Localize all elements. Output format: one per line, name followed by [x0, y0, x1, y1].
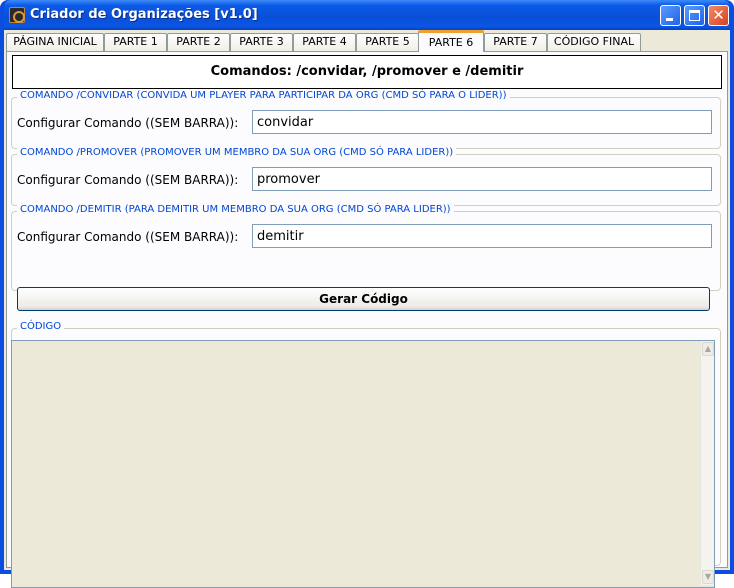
tab-pagina-inicial[interactable]: PÁGINA INICIAL: [6, 33, 104, 51]
tab-parte-1[interactable]: PARTE 1: [104, 33, 167, 51]
convidar-input[interactable]: [252, 110, 712, 134]
convidar-label: Configurar Comando ((SEM BARRA)):: [17, 116, 239, 130]
tab-parte-6[interactable]: PARTE 6: [418, 30, 484, 52]
promover-input[interactable]: [252, 167, 712, 191]
group-demitir-legend: COMANDO /DEMITIR (PARA DEMITIR UM MEMBRO…: [17, 204, 454, 215]
window-title: Criador de Organizações [v1.0]: [30, 7, 258, 22]
group-codigo-legend: CÓDIGO: [17, 321, 65, 332]
group-convidar-legend: COMANDO /CONVIDAR (CONVIDA UM PLAYER PAR…: [17, 90, 510, 101]
tab-codigo-final[interactable]: CÓDIGO FINAL: [547, 33, 641, 51]
demitir-input[interactable]: [252, 224, 712, 248]
scroll-down-arrow-icon[interactable]: ▼: [702, 570, 714, 584]
tab-parte-5[interactable]: PARTE 5: [356, 33, 419, 51]
close-icon: ✕: [712, 6, 725, 24]
group-convidar: COMANDO /CONVIDAR (CONVIDA UM PLAYER PAR…: [11, 90, 721, 149]
demitir-label: Configurar Comando ((SEM BARRA)):: [17, 230, 239, 244]
tab-panel-parte-6: Comandos: /convidar, /promover e /demiti…: [6, 51, 728, 588]
commands-header: Comandos: /convidar, /promover e /demiti…: [12, 55, 722, 89]
tab-parte-7[interactable]: PARTE 7: [484, 33, 547, 51]
app-window: Criador de Organizações [v1.0] ✕ PÁGINA …: [0, 0, 734, 588]
tab-parte-4[interactable]: PARTE 4: [293, 33, 356, 51]
group-promover-legend: COMANDO /PROMOVER (PROMOVER UM MEMBRO DA…: [17, 147, 457, 158]
minimize-button[interactable]: [660, 5, 681, 26]
maximize-button[interactable]: [684, 5, 705, 26]
group-demitir: COMANDO /DEMITIR (PARA DEMITIR UM MEMBRO…: [11, 204, 721, 291]
tab-strip: PÁGINA INICIAL PARTE 1 PARTE 2 PARTE 3 P…: [4, 30, 730, 52]
maximize-icon: [689, 10, 700, 21]
promover-label: Configurar Comando ((SEM BARRA)):: [17, 173, 239, 187]
tab-parte-2[interactable]: PARTE 2: [167, 33, 230, 51]
code-scrollbar[interactable]: ▲ ▼: [700, 341, 714, 585]
client-area: PÁGINA INICIAL PARTE 1 PARTE 2 PARTE 3 P…: [4, 30, 730, 588]
generate-code-button[interactable]: Gerar Código: [17, 287, 710, 311]
group-promover: COMANDO /PROMOVER (PROMOVER UM MEMBRO DA…: [11, 147, 721, 206]
title-bar[interactable]: Criador de Organizações [v1.0] ✕: [4, 0, 730, 30]
app-icon[interactable]: [9, 7, 25, 23]
tab-parte-3[interactable]: PARTE 3: [230, 33, 293, 51]
minimize-icon: [666, 18, 673, 21]
code-output-textarea[interactable]: [11, 340, 715, 588]
scroll-up-arrow-icon[interactable]: ▲: [702, 342, 714, 356]
close-button[interactable]: ✕: [708, 5, 729, 26]
